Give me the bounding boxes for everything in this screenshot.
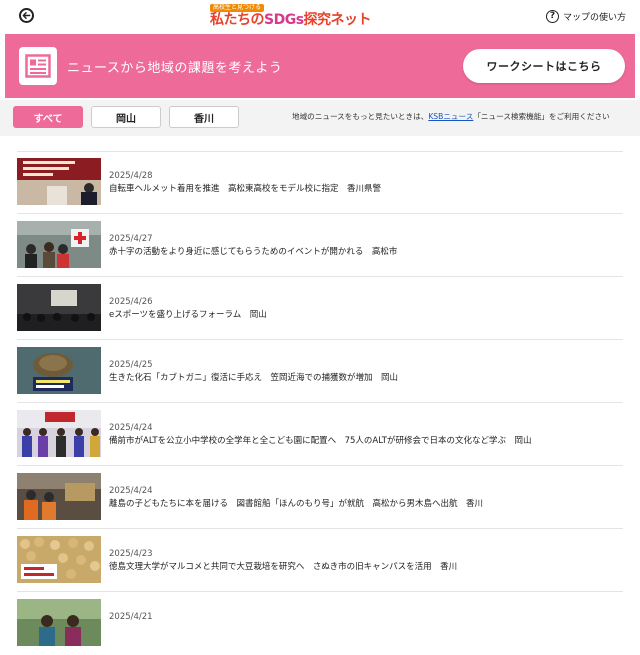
news-date: 2025/4/26 — [109, 297, 153, 307]
section-banner: ニュースから地域の課題を考えよう ワークシートはこちら — [5, 34, 635, 98]
news-item[interactable]: 2025/4/26 eスポーツを盛り上げるフォーラム 岡山 — [17, 277, 623, 340]
newspaper-icon — [19, 47, 57, 85]
filter-all-button[interactable]: すべて — [13, 106, 83, 128]
news-title: 離島の子どもたちに本を届ける 図書館船「ほんのもり号」が就航 高松から男木島へ出… — [109, 499, 484, 509]
news-item[interactable]: 2025/4/24 備前市がALTを公立小中学校の全学年と全こども園に配置へ 7… — [17, 403, 623, 466]
news-thumbnail — [17, 536, 101, 583]
news-item[interactable]: 2025/4/21 — [17, 592, 623, 655]
banner-title: ニュースから地域の課題を考えよう — [67, 61, 283, 76]
news-date: 2025/4/25 — [109, 360, 153, 370]
ksb-news-link[interactable]: KSBニュース — [428, 112, 473, 121]
news-thumbnail — [17, 347, 101, 394]
site-logo[interactable]: 高校生と見つける 私たちのSDGs探究ネット — [210, 4, 372, 29]
news-item[interactable]: 2025/4/27 赤十字の活動をより身近に感じてもらうためのイベントが開かれる… — [17, 214, 623, 277]
top-bar: 高校生と見つける 私たちのSDGs探究ネット ? マップの使い方 — [0, 0, 640, 32]
news-thumbnail — [17, 473, 101, 520]
news-title: 自転車ヘルメット着用を推進 高松東高校をモデル校に指定 香川県警 — [109, 184, 382, 194]
map-help-link[interactable]: ? マップの使い方 — [545, 8, 626, 24]
logo-sdgs: SDGs — [264, 12, 304, 28]
news-thumbnail — [17, 410, 101, 457]
news-thumbnail — [17, 221, 101, 268]
logo-text: 私たちのSDGs探究ネット — [210, 12, 372, 29]
news-date: 2025/4/27 — [109, 234, 153, 244]
news-thumbnail — [17, 599, 101, 646]
news-item[interactable]: 2025/4/23 徳島文理大学がマルコメと共同で大豆栽培を研究へ さぬき市の旧… — [17, 529, 623, 592]
back-button[interactable] — [19, 8, 34, 23]
news-title: eスポーツを盛り上げるフォーラム 岡山 — [109, 310, 267, 320]
news-thumbnail — [17, 158, 101, 205]
notice-text-after: 「ニュース検索機能」をご利用ください — [473, 112, 610, 121]
news-date: 2025/4/21 — [109, 612, 153, 622]
news-title: 赤十字の活動をより身近に感じてもらうためのイベントが開かれる 高松市 — [109, 247, 398, 257]
news-title: 備前市がALTを公立小中学校の全学年と全こども園に配置へ 75人のALTが研修会… — [109, 436, 532, 446]
news-date: 2025/4/28 — [109, 171, 153, 181]
news-date: 2025/4/24 — [109, 423, 153, 433]
arrow-left-icon — [22, 12, 31, 19]
news-title: 徳島文理大学がマルコメと共同で大豆栽培を研究へ さぬき市の旧キャンパスを活用 香… — [109, 562, 458, 572]
logo-prefix: 私たちの — [210, 12, 265, 28]
region-filter-bar: すべて 岡山 香川 地域のニュースをもっと見たいときは、KSBニュース「ニュース… — [0, 100, 640, 136]
notice-text-before: 地域のニュースをもっと見たいときは、 — [292, 112, 429, 121]
news-item[interactable]: 2025/4/25 生きた化石「カブトガニ」復活に手応え 笠岡近海での捕獲数が増… — [17, 340, 623, 403]
news-title: 生きた化石「カブトガニ」復活に手応え 笠岡近海での捕獲数が増加 岡山 — [109, 373, 399, 383]
worksheet-button[interactable]: ワークシートはこちら — [463, 49, 625, 83]
filter-kagawa-button[interactable]: 香川 — [169, 106, 239, 128]
news-thumbnail — [17, 284, 101, 331]
news-item[interactable]: 2025/4/28 自転車ヘルメット着用を推進 高松東高校をモデル校に指定 香川… — [17, 151, 623, 214]
question-icon: ? — [545, 9, 559, 23]
help-label: マップの使い方 — [562, 12, 626, 23]
news-search-notice: 地域のニュースをもっと見たいときは、KSBニュース「ニュース検索機能」をご利用く… — [292, 111, 610, 122]
news-date: 2025/4/23 — [109, 549, 153, 559]
filter-okayama-button[interactable]: 岡山 — [91, 106, 161, 128]
news-date: 2025/4/24 — [109, 486, 153, 496]
logo-tagline: 高校生と見つける — [210, 4, 265, 12]
news-item[interactable]: 2025/4/24 離島の子どもたちに本を届ける 図書館船「ほんのもり号」が就航… — [17, 466, 623, 529]
logo-suffix: 探究ネット — [303, 12, 372, 28]
